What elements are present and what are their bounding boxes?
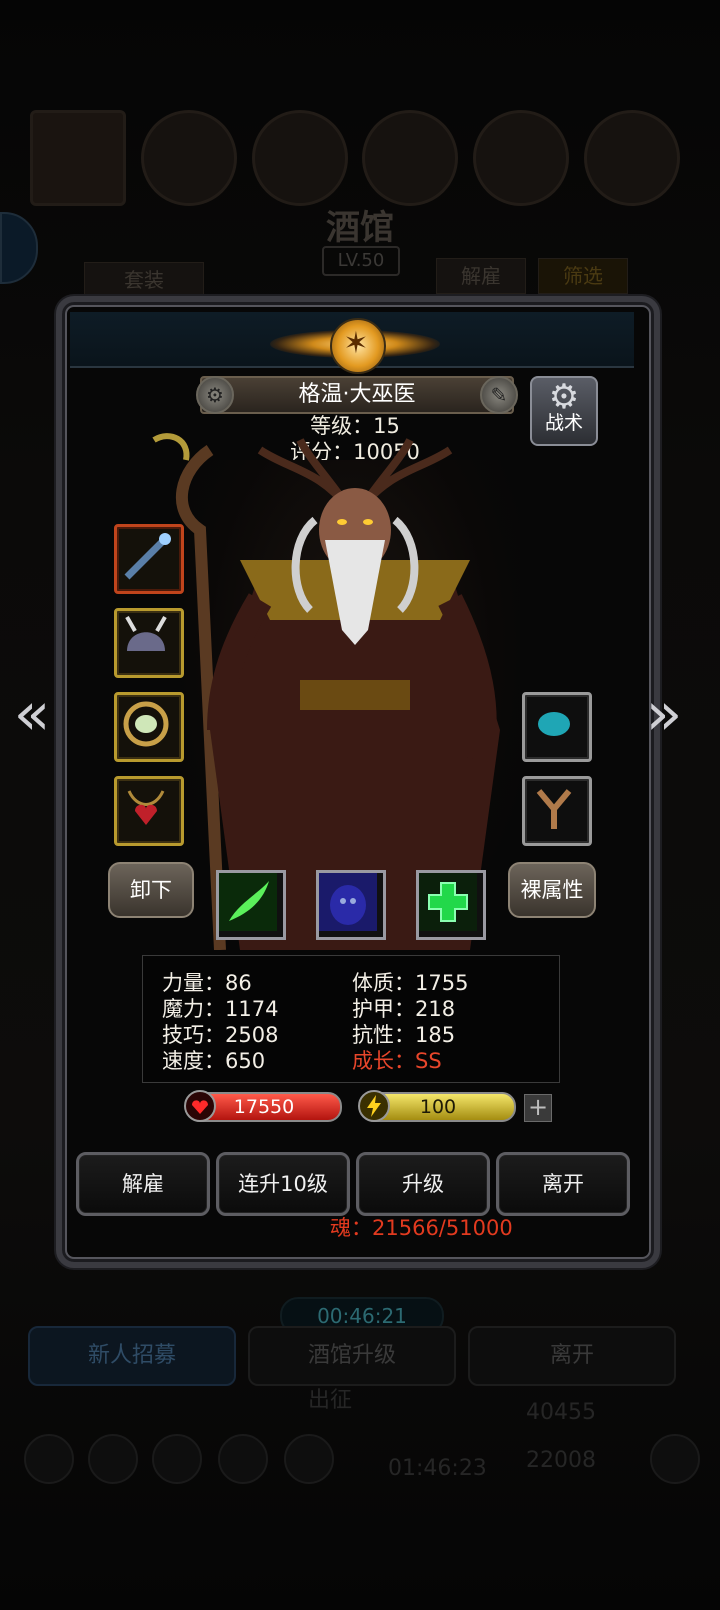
dismiss-button-bg[interactable]: 解雇 <box>436 258 526 294</box>
menu-icon[interactable] <box>24 1434 74 1484</box>
gear-icon: ⚙ <box>548 377 580 417</box>
tavern-level-badge: LV.50 <box>322 246 400 276</box>
expedition-timer: 01:46:23 <box>388 1456 487 1481</box>
hero-avatar[interactable] <box>30 110 126 206</box>
unequip-button[interactable]: 卸下 <box>108 862 194 918</box>
next-hero-icon[interactable]: » <box>644 684 684 754</box>
menu-icon[interactable] <box>218 1434 268 1484</box>
tavern-title: 酒馆 <box>326 208 394 248</box>
ring-slot[interactable] <box>114 692 184 762</box>
stat-growth: 成长：SS <box>352 1049 442 1073</box>
level-up-button[interactable]: 升级 <box>356 1152 490 1216</box>
weapon-slot[interactable] <box>114 524 184 594</box>
amulet-slot[interactable] <box>114 776 184 846</box>
stat-constitution: 体质：1755 <box>352 971 469 995</box>
dismiss-button[interactable]: 解雇 <box>76 1152 210 1216</box>
stat-resist: 抗性：185 <box>352 1023 456 1047</box>
settings-icon[interactable]: ⚙ <box>196 376 234 414</box>
stat-armor: 护甲：218 <box>352 997 456 1021</box>
menu-icon[interactable] <box>88 1434 138 1484</box>
heart-icon <box>184 1090 216 1126</box>
previous-hero-icon[interactable]: « <box>12 684 52 754</box>
stat-magic: 魔力：1174 <box>162 997 279 1021</box>
skill-slot[interactable] <box>416 870 486 940</box>
tavern-upgrade-button[interactable]: 酒馆升级 <box>248 1326 456 1386</box>
menu-icon[interactable] <box>284 1434 334 1484</box>
level-up-10-button[interactable]: 连升10级 <box>216 1152 350 1216</box>
set-button[interactable]: 套装 <box>84 262 204 298</box>
leave-button[interactable]: 离开 <box>496 1152 630 1216</box>
hero-avatar[interactable] <box>583 110 680 206</box>
rename-icon[interactable]: ✎ <box>480 376 518 414</box>
hero-avatar-row <box>30 110 680 206</box>
naked-attributes-button[interactable]: 裸属性 <box>508 862 596 918</box>
add-energy-button[interactable]: + <box>524 1094 552 1122</box>
hero-avatar[interactable] <box>251 110 348 206</box>
stat-speed: 速度：650 <box>162 1049 266 1073</box>
gem-slot[interactable] <box>522 692 592 762</box>
helmet-slot[interactable] <box>114 608 184 678</box>
gold-amount: 40455 <box>526 1400 596 1425</box>
expedition-label: 出征 <box>308 1388 353 1413</box>
lightning-icon <box>358 1090 390 1126</box>
stat-strength: 力量：86 <box>162 971 252 995</box>
filter-button[interactable]: 筛选 <box>538 258 628 294</box>
star-icon: ✶ <box>343 326 369 361</box>
hero-avatar[interactable] <box>140 110 237 206</box>
menu-icon[interactable] <box>152 1434 202 1484</box>
skill-slot[interactable] <box>316 870 386 940</box>
hero-avatar[interactable] <box>473 110 570 206</box>
tavern-leave-button[interactable]: 离开 <box>468 1326 676 1386</box>
hero-name: 格温·大巫医 <box>200 376 514 414</box>
soul-counter: 魂：21566/51000 <box>330 1216 513 1240</box>
recruit-button[interactable]: 新人招募 <box>28 1326 236 1386</box>
stat-skill: 技巧：2508 <box>162 1023 279 1047</box>
slingshot-slot[interactable] <box>522 776 592 846</box>
gem-amount: 22008 <box>526 1448 596 1473</box>
skill-slot[interactable] <box>216 870 286 940</box>
add-icon[interactable] <box>650 1434 700 1484</box>
hero-avatar[interactable] <box>362 110 459 206</box>
